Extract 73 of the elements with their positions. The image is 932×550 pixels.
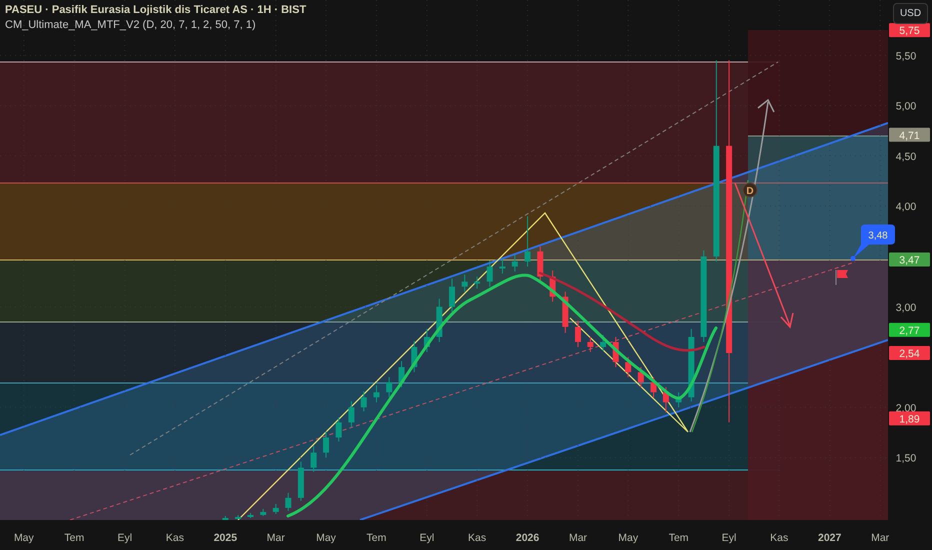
candle [550, 270, 556, 302]
currency-button[interactable]: USD [893, 3, 928, 24]
candle [676, 392, 682, 408]
price-label: 2,54 [889, 346, 930, 360]
candle [247, 512, 254, 518]
candle [424, 328, 430, 353]
time-axis-label: Mar [266, 532, 285, 544]
time-axis-label: Tem [64, 532, 84, 544]
time-axis-label: Eyl [722, 532, 736, 544]
candle [625, 356, 632, 378]
time-axis-label: Kas [770, 532, 788, 544]
time-axis-label: May [14, 532, 34, 544]
price-axis-label: 5,50 [896, 50, 916, 62]
price-axis-label: 1,50 [896, 452, 916, 465]
candle [486, 260, 493, 288]
flag-icon [836, 270, 848, 286]
candle [587, 336, 594, 353]
time-axis-label: Mar [871, 532, 890, 544]
price-axis-label: 3,00 [896, 302, 916, 314]
candle [260, 508, 266, 516]
price-callout: 3,48 [850, 224, 895, 261]
time-axis-label: Eyl [118, 532, 132, 544]
price-label: 2,77 [889, 322, 930, 337]
marker-badge: D [742, 182, 758, 198]
candle [360, 390, 367, 412]
candle [348, 400, 354, 428]
candle [323, 431, 330, 458]
candle [285, 492, 292, 512]
candle [411, 340, 418, 373]
candle [612, 336, 619, 368]
time-axis-label: Tem [668, 532, 689, 544]
price-label: 4,71 [889, 128, 930, 142]
time-axis-label: Kas [166, 532, 184, 544]
time-axis-label: May [618, 532, 638, 544]
candle [373, 384, 380, 403]
candle [436, 298, 442, 342]
time-axis-label: Eyl [420, 532, 434, 544]
candle [310, 445, 317, 472]
candle [524, 216, 531, 268]
price-label: 3,47 [889, 252, 930, 266]
candle [222, 515, 228, 520]
candle [474, 276, 480, 290]
price-axis-label: 4,50 [896, 150, 916, 163]
candle [235, 514, 242, 520]
candle [499, 258, 506, 274]
candle [575, 320, 581, 348]
price-axis-label: 4,00 [896, 201, 916, 214]
time-axis-label: 2025 [214, 532, 238, 544]
time-axis-label: Kas [468, 532, 486, 544]
time-axis-label: 2027 [818, 532, 842, 544]
indicator-label: CM_Ultimate_MA_MTF_V2 (D, 20, 7, 1, 2, 50, 7, 1) [5, 19, 257, 31]
candle [272, 503, 279, 514]
time-axis-label: 2026 [516, 532, 540, 544]
price-label: 1,89 [889, 411, 930, 426]
candle [562, 291, 568, 334]
candle [462, 274, 468, 292]
price-axis-label: 5,00 [896, 100, 916, 113]
candle [398, 360, 405, 388]
price-label: 5,75 [889, 23, 930, 38]
candle [336, 416, 342, 442]
time-axis-label: Tem [366, 532, 386, 544]
time-axis-label: May [316, 532, 336, 544]
symbol-title: PASEU · Pasifik Eurasia Lojistik dis Ticaret AS · 1H · BIST [5, 4, 306, 16]
candle [600, 334, 606, 352]
candle [386, 376, 392, 398]
candle [537, 246, 544, 282]
candle [449, 278, 455, 312]
candle [650, 376, 657, 398]
candle [298, 461, 304, 502]
time-axis-label: Mar [568, 532, 588, 544]
candle [638, 366, 644, 388]
candle [512, 254, 518, 272]
candle [662, 386, 669, 413]
